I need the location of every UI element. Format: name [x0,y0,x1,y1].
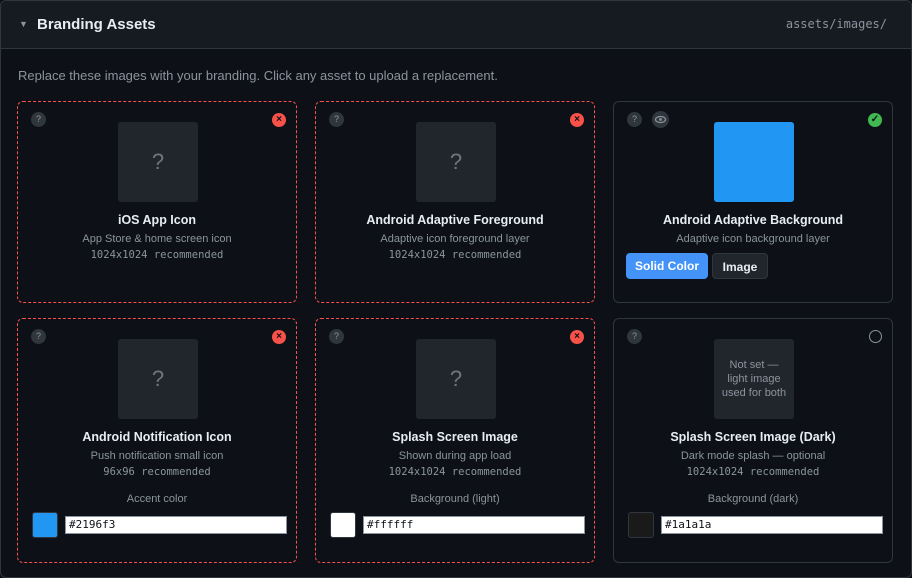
help-icon[interactable]: ? [627,329,642,344]
asset-card-android-notification-icon[interactable]: ? × ? Android Notification Icon Push not… [17,318,297,563]
asset-name: Android Adaptive Foreground [366,213,544,227]
assets-path: assets/images/ [785,17,887,31]
color-label: Background (light) [410,493,500,505]
asset-name: Android Notification Icon [82,430,232,444]
color-hex-input[interactable]: #1a1a1a [661,516,883,534]
asset-thumbnail[interactable]: ? [118,339,198,419]
color-label: Background (dark) [707,493,799,505]
color-hex-input[interactable]: #ffffff [363,516,585,534]
asset-thumbnail-note[interactable]: Not set — light image used for both [714,339,794,419]
background-color-preview[interactable] [714,122,794,202]
color-swatch[interactable] [330,512,356,538]
section-header[interactable]: ▼ Branding Assets assets/images/ [1,1,911,49]
asset-card-splash-screen-image-dark[interactable]: ? Not set — light image used for both Sp… [613,318,893,563]
missing-status-icon: × [272,330,286,344]
asset-card-ios-app-icon[interactable]: ? × ? iOS App Icon App Store & home scre… [17,101,297,303]
asset-recommended-size: 1024x1024 recommended [686,466,820,478]
asset-recommended-size: 96x96 recommended [103,466,211,478]
help-icon[interactable]: ? [627,112,642,127]
asset-card-android-adaptive-background[interactable]: ? ✓ Android Adaptive Background Adaptive… [613,101,893,303]
asset-recommended-size: 1024x1024 recommended [388,249,522,261]
asset-subtitle: Push notification small icon [90,450,224,462]
missing-status-icon: × [272,113,286,127]
eye-icon[interactable] [652,111,669,128]
asset-subtitle: Dark mode splash — optional [680,450,826,462]
help-icon[interactable]: ? [31,329,46,344]
asset-subtitle: Adaptive icon foreground layer [380,233,530,245]
section-title: Branding Assets [37,16,156,33]
asset-thumbnail[interactable]: ? [118,122,198,202]
asset-subtitle: Adaptive icon background layer [676,233,830,245]
help-icon[interactable]: ? [329,329,344,344]
asset-recommended-size: 1024x1024 recommended [90,249,224,261]
asset-thumbnail[interactable]: ? [416,122,496,202]
asset-recommended-size: 1024x1024 recommended [388,466,522,478]
color-swatch[interactable] [32,512,58,538]
check-status-icon: ✓ [868,113,882,127]
asset-thumbnail[interactable]: ? [416,339,496,419]
asset-subtitle: App Store & home screen icon [82,233,232,245]
asset-subtitle: Shown during app load [398,450,512,462]
section-description: Replace these images with your branding.… [18,68,498,83]
solid-color-toggle[interactable]: Solid Color [626,253,708,279]
branding-assets-panel: ▼ Branding Assets assets/images/ Replace… [0,0,912,578]
color-label: Accent color [126,493,188,505]
image-toggle[interactable]: Image [712,253,768,279]
asset-name: iOS App Icon [117,213,196,227]
collapse-chevron-icon[interactable]: ▼ [19,19,28,29]
asset-card-splash-screen-image[interactable]: ? × ? Splash Screen Image Shown during a… [315,318,595,563]
help-icon[interactable]: ? [329,112,344,127]
color-hex-input[interactable]: #2196f3 [65,516,287,534]
missing-status-icon: × [570,330,584,344]
color-swatch[interactable] [628,512,654,538]
help-icon[interactable]: ? [31,112,46,127]
asset-name: Splash Screen Image [392,430,518,444]
missing-status-icon: × [570,113,584,127]
asset-name: Android Adaptive Background [662,213,844,227]
asset-name: Splash Screen Image (Dark) [670,430,836,444]
asset-card-android-adaptive-foreground[interactable]: ? × ? Android Adaptive Foreground Adapti… [315,101,595,303]
empty-status-circle-icon [869,330,882,343]
